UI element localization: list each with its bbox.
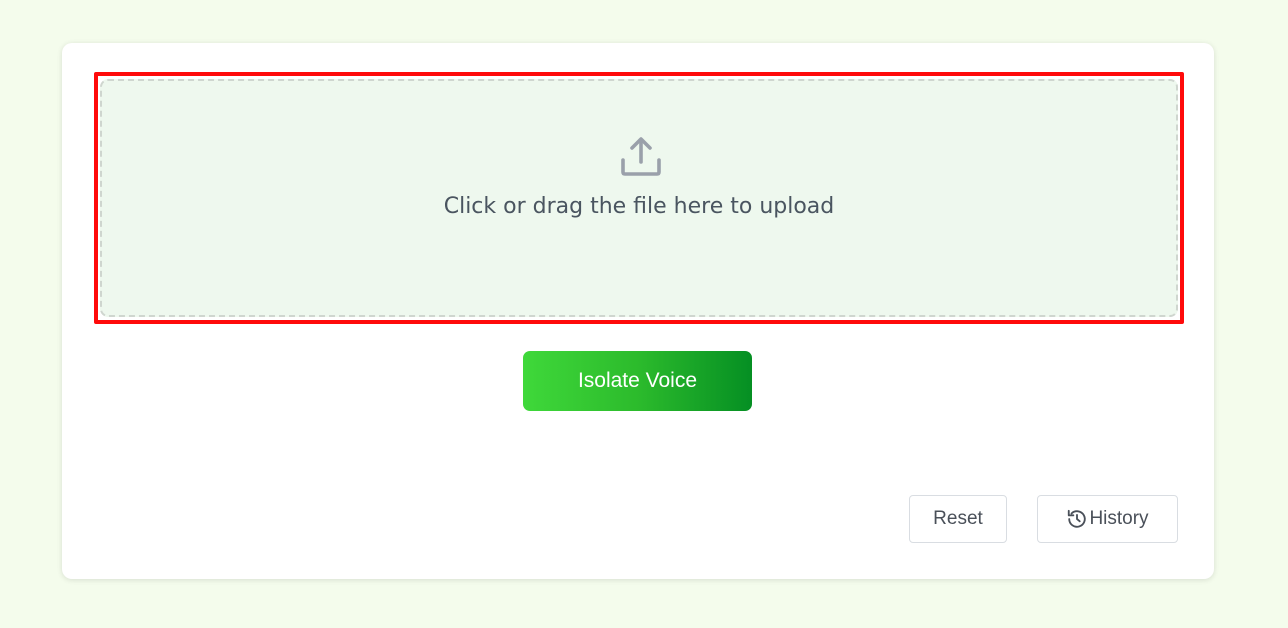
history-icon	[1068, 509, 1087, 528]
voice-isolator-card: Click or drag the file here to upload Is…	[62, 43, 1214, 579]
reset-button[interactable]: Reset	[909, 495, 1007, 543]
history-button-label: History	[1089, 508, 1149, 529]
upload-instruction-text: Click or drag the file here to upload	[443, 194, 835, 219]
dropzone-highlight-frame: Click or drag the file here to upload	[94, 72, 1184, 324]
isolate-voice-button[interactable]: Isolate Voice	[523, 351, 752, 411]
upload-icon	[621, 137, 661, 176]
upload-dropzone[interactable]: Click or drag the file here to upload	[100, 79, 1178, 317]
history-button[interactable]: History	[1037, 495, 1178, 543]
